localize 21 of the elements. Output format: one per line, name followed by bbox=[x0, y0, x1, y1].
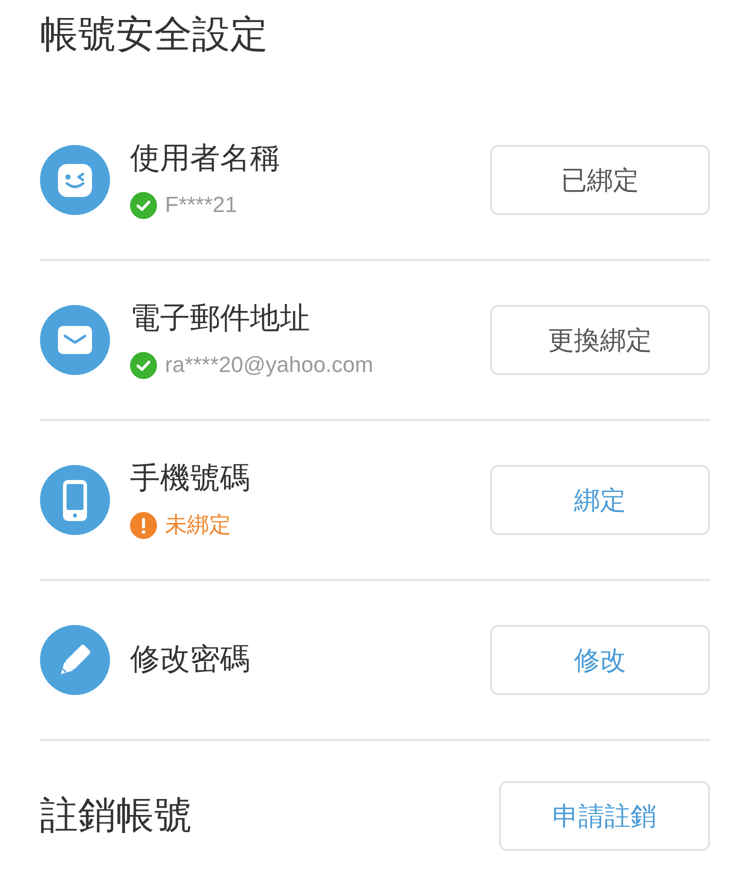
setting-label: 使用者名稱 bbox=[130, 141, 281, 177]
pencil-icon bbox=[40, 625, 110, 695]
setting-label: 修改密碼 bbox=[130, 642, 251, 678]
action-button[interactable]: 修改 bbox=[490, 625, 710, 695]
warning-icon bbox=[130, 512, 157, 538]
status-text: F****21 bbox=[165, 191, 238, 219]
phone-icon bbox=[40, 465, 110, 535]
check-icon bbox=[130, 352, 157, 378]
status-text: 未綁定 bbox=[165, 511, 231, 539]
envelope-icon bbox=[40, 305, 110, 375]
status-text: ra****20@yahoo.com bbox=[165, 351, 374, 379]
smiley-icon bbox=[40, 145, 110, 215]
page-title: 帳號安全設定 bbox=[40, 13, 269, 58]
action-button[interactable]: 綁定 bbox=[490, 465, 710, 535]
check-icon bbox=[130, 192, 157, 218]
action-button[interactable]: 已綁定 bbox=[490, 145, 710, 215]
action-button[interactable]: 更換綁定 bbox=[490, 305, 710, 375]
setting-label: 手機號碼 bbox=[130, 461, 251, 497]
deactivate-button[interactable]: 申請註銷 bbox=[499, 781, 710, 851]
setting-label: 電子郵件地址 bbox=[130, 301, 311, 337]
section-title: 註銷帳號 bbox=[40, 794, 192, 839]
